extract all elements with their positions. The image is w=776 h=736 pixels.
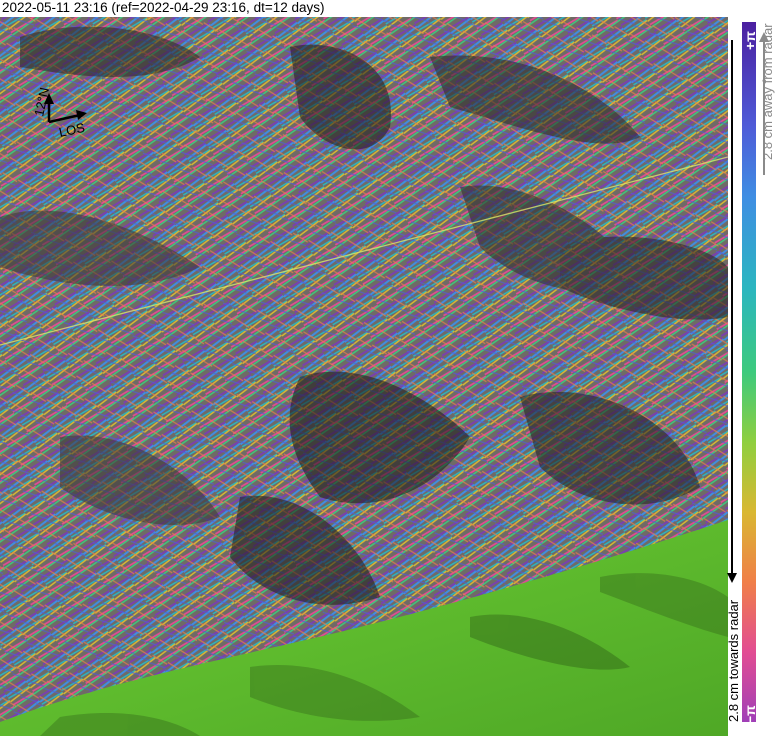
interferogram-map: 12°N LOS xyxy=(0,17,728,736)
legend-arrows xyxy=(727,32,769,583)
figure-title: 2022-05-11 23:16 (ref=2022-04-29 23:16, … xyxy=(2,0,325,15)
